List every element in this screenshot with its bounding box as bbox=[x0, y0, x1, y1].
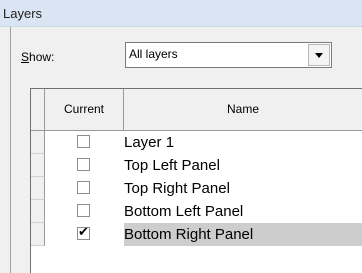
current-cell bbox=[45, 200, 124, 223]
current-cell: ✔ bbox=[45, 223, 124, 246]
show-label: Show: bbox=[21, 50, 54, 64]
show-label-text: how: bbox=[29, 50, 55, 64]
name-cell[interactable]: Bottom Left Panel bbox=[124, 200, 362, 223]
current-checkbox[interactable]: ✔ bbox=[77, 224, 90, 240]
name-cell[interactable]: Layer 1 bbox=[124, 131, 362, 154]
row-header[interactable] bbox=[31, 177, 45, 200]
current-checkbox[interactable] bbox=[77, 204, 90, 217]
layer-name: Top Right Panel bbox=[124, 180, 230, 197]
name-cell[interactable]: Top Right Panel bbox=[124, 177, 362, 200]
current-cell bbox=[45, 154, 124, 177]
current-cell bbox=[45, 177, 124, 200]
window-title: Layers bbox=[3, 6, 43, 21]
column-header-current[interactable]: Current bbox=[45, 89, 124, 130]
table-row[interactable]: Top Right Panel bbox=[31, 177, 362, 200]
show-label-accelerator: S bbox=[21, 50, 30, 64]
current-checkbox[interactable] bbox=[77, 135, 90, 148]
layer-name: Layer 1 bbox=[124, 134, 175, 151]
dropdown-button[interactable] bbox=[308, 44, 330, 66]
checkmark-icon: ✔ bbox=[78, 224, 89, 239]
layers-table: Current Name Layer 1 Top Left Panel Top … bbox=[30, 88, 362, 273]
layer-name: Bottom Left Panel bbox=[124, 203, 244, 220]
row-header[interactable] bbox=[31, 223, 45, 246]
chevron-down-icon bbox=[315, 53, 323, 58]
row-header[interactable] bbox=[31, 200, 45, 223]
name-cell[interactable]: Bottom Right Panel bbox=[124, 223, 362, 246]
show-dropdown-value: All layers bbox=[129, 47, 178, 61]
row-header[interactable] bbox=[31, 131, 45, 154]
table-header: Current Name bbox=[31, 89, 362, 131]
table-row[interactable]: Bottom Left Panel bbox=[31, 200, 362, 223]
row-header[interactable] bbox=[31, 154, 45, 177]
layer-name: Top Left Panel bbox=[124, 157, 220, 174]
current-checkbox[interactable] bbox=[77, 158, 90, 171]
table-row-selected[interactable]: ✔ Bottom Right Panel bbox=[31, 223, 362, 246]
row-header-corner bbox=[31, 89, 45, 130]
show-dropdown[interactable]: All layers bbox=[125, 42, 332, 68]
table-row[interactable]: Top Left Panel bbox=[31, 154, 362, 177]
column-header-name[interactable]: Name bbox=[124, 89, 362, 130]
title-bar: Layers bbox=[0, 0, 362, 27]
current-checkbox[interactable] bbox=[77, 181, 90, 194]
name-cell[interactable]: Top Left Panel bbox=[124, 154, 362, 177]
layer-name: Bottom Right Panel bbox=[124, 226, 254, 243]
table-row[interactable]: Layer 1 bbox=[31, 131, 362, 154]
current-cell bbox=[45, 131, 124, 154]
